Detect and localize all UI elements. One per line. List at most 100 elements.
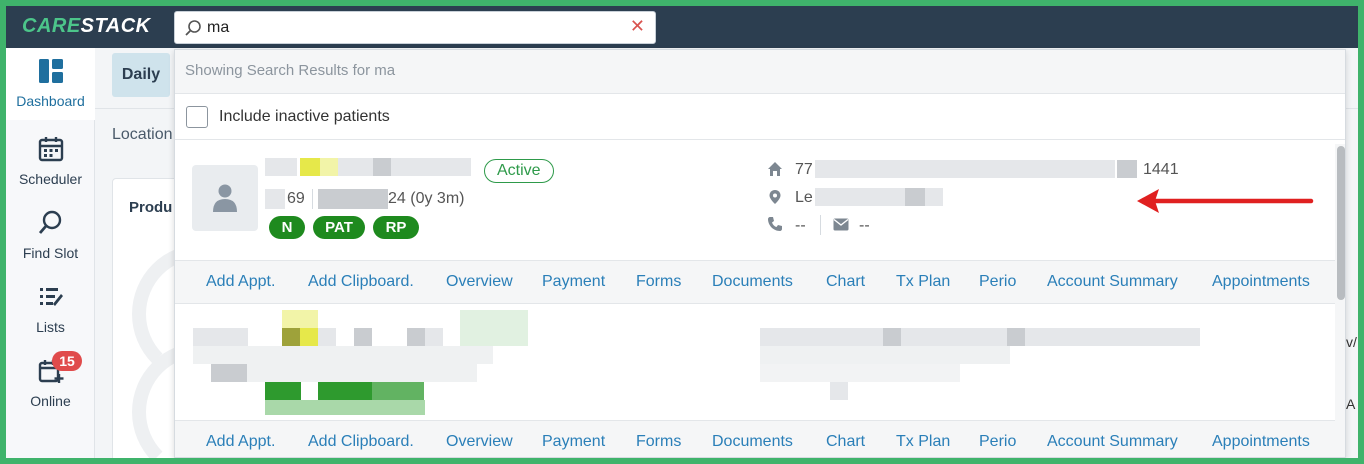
action-appointments[interactable]: Appointments: [1212, 273, 1310, 291]
redacted-dob: [247, 364, 477, 382]
sidebar-item-lists[interactable]: Lists: [6, 274, 95, 346]
redacted-id: [265, 189, 285, 209]
redacted-name: [425, 328, 443, 346]
location-pin-icon: [767, 189, 783, 210]
divider: [312, 189, 313, 209]
sidebar-item-label: Scheduler: [18, 171, 83, 187]
sidebar-item-find-slot[interactable]: Find Slot: [6, 200, 95, 272]
action-payment[interactable]: Payment: [542, 273, 605, 291]
redacted-name: [373, 158, 391, 176]
results-header: Showing Search Results for ma: [175, 50, 1345, 94]
redacted-name: [282, 310, 318, 328]
redacted-tags: [265, 400, 425, 415]
action-documents[interactable]: Documents: [712, 273, 793, 291]
sidebar-item-online[interactable]: 15 Online: [6, 348, 95, 420]
action-chart[interactable]: Chart: [826, 433, 865, 451]
sidebar-item-label: Find Slot: [22, 245, 79, 261]
redacted-tags: [318, 382, 372, 400]
redacted-address: [760, 328, 1200, 346]
redacted-location: [925, 188, 943, 206]
include-inactive-checkbox[interactable]: [186, 106, 208, 128]
redacted-name: [193, 328, 248, 346]
action-add-clipboard[interactable]: Add Clipboard.: [308, 433, 414, 451]
app-frame: CARESTACK ✕ Dashboard Scheduler: [6, 6, 1358, 458]
action-forms[interactable]: Forms: [636, 273, 681, 291]
search-icon: [38, 210, 64, 236]
redacted-name: [318, 328, 336, 346]
background-text: v/: [1346, 334, 1357, 350]
phone-value: --: [795, 217, 806, 234]
search-icon: [184, 19, 202, 42]
redacted-dob: [211, 364, 247, 382]
tag-badge: N: [269, 216, 305, 239]
action-forms[interactable]: Forms: [636, 433, 681, 451]
action-appointments[interactable]: Appointments: [1212, 433, 1310, 451]
divider: [820, 215, 821, 235]
include-inactive-row[interactable]: Include inactive patients: [175, 94, 1345, 140]
sidebar-item-scheduler[interactable]: Scheduler: [6, 126, 95, 198]
redacted-tags: [372, 382, 424, 400]
arrow-annotation-icon: [1137, 189, 1314, 213]
redacted-name: [354, 328, 372, 346]
redacted-location: [905, 188, 925, 206]
calendar-icon: [38, 136, 64, 162]
tab-daily[interactable]: Daily: [112, 53, 170, 97]
redacted-name: [391, 158, 471, 176]
sidebar-item-label: Lists: [36, 319, 65, 335]
redacted-name: [300, 158, 320, 176]
background-text: A: [1346, 396, 1356, 412]
redacted-id: [193, 346, 493, 364]
action-add-clipboard[interactable]: Add Clipboard.: [308, 273, 414, 291]
status-badge: Active: [484, 159, 554, 183]
action-perio[interactable]: Perio: [979, 433, 1016, 451]
patient-dob: 24 (0y 3m): [388, 190, 465, 207]
redacted-name: [282, 328, 300, 346]
action-account-summary[interactable]: Account Summary: [1047, 273, 1178, 291]
location-line: Le: [795, 189, 813, 206]
action-account-summary[interactable]: Account Summary: [1047, 433, 1178, 451]
redacted-status: [460, 310, 528, 346]
redacted-name: [338, 158, 373, 176]
email-value: --: [859, 217, 870, 234]
action-chart[interactable]: Chart: [826, 273, 865, 291]
panel-title: Produ: [129, 199, 173, 216]
sidebar-item-dashboard[interactable]: Dashboard: [6, 48, 95, 120]
global-search[interactable]: ✕: [174, 11, 656, 44]
action-documents[interactable]: Documents: [712, 433, 793, 451]
scrollbar-thumb[interactable]: [1337, 146, 1345, 300]
user-icon: [213, 184, 237, 212]
action-add-appt[interactable]: Add Appt.: [206, 433, 275, 451]
patient-result[interactable]: [175, 305, 1335, 420]
avatar: [192, 165, 258, 231]
search-input[interactable]: [207, 18, 607, 38]
redacted-address: [815, 160, 1115, 178]
top-bar: CARESTACK ✕: [6, 6, 1358, 48]
redacted-name: [265, 158, 297, 176]
action-add-appt[interactable]: Add Appt.: [206, 273, 275, 291]
action-payment[interactable]: Payment: [542, 433, 605, 451]
action-overview[interactable]: Overview: [446, 273, 513, 291]
redacted-address: [1117, 160, 1137, 178]
patient-id: 69: [287, 190, 305, 207]
action-tx-plan[interactable]: Tx Plan: [896, 273, 950, 291]
action-perio[interactable]: Perio: [979, 273, 1016, 291]
redacted-address: [1007, 328, 1025, 346]
action-overview[interactable]: Overview: [446, 433, 513, 451]
patient-actions: Add Appt. Add Clipboard. Overview Paymen…: [175, 420, 1335, 457]
close-icon[interactable]: ✕: [630, 16, 645, 37]
email-icon: [833, 218, 849, 236]
redacted-phone: [760, 364, 960, 382]
include-inactive-label: Include inactive patients: [219, 108, 390, 125]
list-icon: [38, 284, 64, 310]
search-results-dropdown: Showing Search Results for ma Include in…: [174, 49, 1346, 458]
redacted-name: [300, 328, 318, 346]
sidebar-item-label: Online: [30, 393, 71, 409]
tag-badge: RP: [373, 216, 419, 239]
action-tx-plan[interactable]: Tx Plan: [896, 433, 950, 451]
redacted-email: [830, 382, 848, 400]
redacted-location: [760, 346, 1010, 364]
location-label: Location: [112, 126, 173, 143]
redacted-location: [815, 188, 905, 206]
app-logo[interactable]: CARESTACK: [22, 15, 151, 38]
redacted-name: [407, 328, 425, 346]
